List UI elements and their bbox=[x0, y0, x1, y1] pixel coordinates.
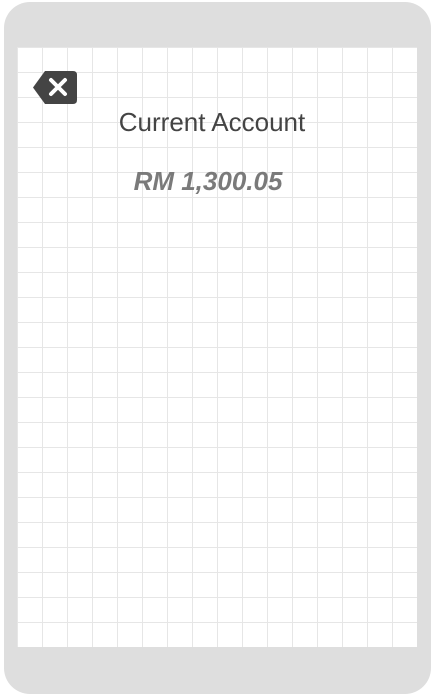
account-balance: RM 1,300.05 bbox=[133, 166, 283, 196]
close-button[interactable] bbox=[33, 71, 77, 104]
account-title: Current Account bbox=[118, 107, 306, 137]
account-screen: Current Account RM 1,300.05 bbox=[17, 47, 417, 647]
backspace-x-icon bbox=[33, 71, 77, 104]
